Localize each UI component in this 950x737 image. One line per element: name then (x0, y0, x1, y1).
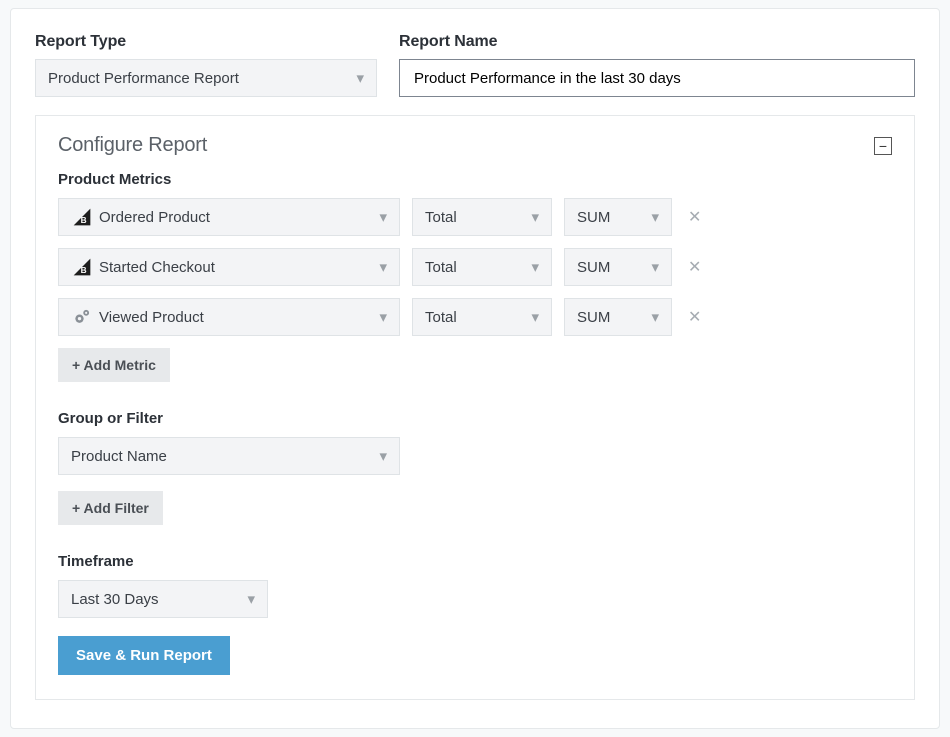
collapse-button[interactable]: − (874, 137, 892, 155)
metric-select[interactable]: Viewed Product ▾ (58, 298, 400, 336)
timeframe-value: Last 30 Days (71, 591, 159, 608)
remove-metric-button[interactable]: ✕ (684, 307, 705, 327)
chevron-down-icon: ▾ (651, 258, 659, 276)
report-name-input[interactable] (399, 59, 915, 97)
close-icon: ✕ (688, 259, 701, 276)
close-icon: ✕ (688, 209, 701, 226)
metric-column-select[interactable]: Total ▾ (412, 248, 552, 286)
chevron-down-icon: ▾ (379, 208, 387, 226)
timeframe-label: Timeframe (58, 553, 892, 570)
metric-column-value: Total (425, 309, 457, 326)
chevron-down-icon: ▾ (247, 590, 255, 608)
chevron-down-icon: ▾ (379, 447, 387, 465)
metric-column-select[interactable]: Total ▾ (412, 198, 552, 236)
report-type-label: Report Type (35, 33, 377, 51)
metric-select[interactable]: B Started Checkout ▾ (58, 248, 400, 286)
metric-column-value: Total (425, 209, 457, 226)
panel-title: Configure Report (58, 134, 207, 157)
chevron-down-icon: ▾ (379, 258, 387, 276)
remove-metric-button[interactable]: ✕ (684, 207, 705, 227)
save-run-button[interactable]: Save & Run Report (58, 636, 230, 675)
metric-agg-select[interactable]: SUM ▾ (564, 248, 672, 286)
metric-agg-value: SUM (577, 209, 610, 226)
metrics-label: Product Metrics (58, 171, 892, 188)
group-label: Group or Filter (58, 410, 892, 427)
configure-panel: Configure Report − Product Metrics B Orde… (35, 115, 915, 700)
remove-metric-button[interactable]: ✕ (684, 257, 705, 277)
metric-select[interactable]: B Ordered Product ▾ (58, 198, 400, 236)
metrics-list: B Ordered Product ▾ Total ▾ SUM ▾ ✕ B Started Che… (58, 198, 892, 336)
metric-row: B Ordered Product ▾ Total ▾ SUM ▾ ✕ (58, 198, 892, 236)
minus-icon: − (879, 139, 887, 153)
metric-row: B Started Checkout ▾ Total ▾ SUM ▾ ✕ (58, 248, 892, 286)
report-builder-card: Report Type Product Performance Report ▾… (10, 8, 940, 729)
chevron-down-icon: ▾ (651, 208, 659, 226)
metric-column-select[interactable]: Total ▾ (412, 298, 552, 336)
chevron-down-icon: ▾ (531, 208, 539, 226)
metric-column-value: Total (425, 259, 457, 276)
brand-b-icon: B (71, 256, 93, 278)
svg-text:B: B (81, 265, 87, 275)
metric-name: Started Checkout (99, 259, 215, 276)
svg-text:B: B (81, 215, 87, 225)
header-row: Report Type Product Performance Report ▾… (35, 33, 915, 97)
add-metric-button[interactable]: + Add Metric (58, 348, 170, 382)
report-name-block: Report Name (399, 33, 915, 97)
metric-row: Viewed Product ▾ Total ▾ SUM ▾ ✕ (58, 298, 892, 336)
metric-name: Ordered Product (99, 209, 210, 226)
add-filter-button[interactable]: + Add Filter (58, 491, 163, 525)
metric-agg-select[interactable]: SUM ▾ (564, 298, 672, 336)
report-type-value: Product Performance Report (48, 70, 239, 87)
chevron-down-icon: ▾ (356, 69, 364, 87)
metric-agg-value: SUM (577, 309, 610, 326)
close-icon: ✕ (688, 309, 701, 326)
report-type-block: Report Type Product Performance Report ▾ (35, 33, 377, 97)
chevron-down-icon: ▾ (531, 308, 539, 326)
metric-agg-value: SUM (577, 259, 610, 276)
chevron-down-icon: ▾ (531, 258, 539, 276)
brand-b-icon: B (71, 206, 93, 228)
report-type-select[interactable]: Product Performance Report ▾ (35, 59, 377, 97)
chevron-down-icon: ▾ (379, 308, 387, 326)
gears-icon (71, 306, 93, 328)
group-value: Product Name (71, 448, 167, 465)
metric-agg-select[interactable]: SUM ▾ (564, 198, 672, 236)
timeframe-select[interactable]: Last 30 Days ▾ (58, 580, 268, 618)
panel-header: Configure Report − (58, 134, 892, 157)
chevron-down-icon: ▾ (651, 308, 659, 326)
group-select[interactable]: Product Name ▾ (58, 437, 400, 475)
report-name-label: Report Name (399, 33, 915, 51)
metric-name: Viewed Product (99, 309, 204, 326)
